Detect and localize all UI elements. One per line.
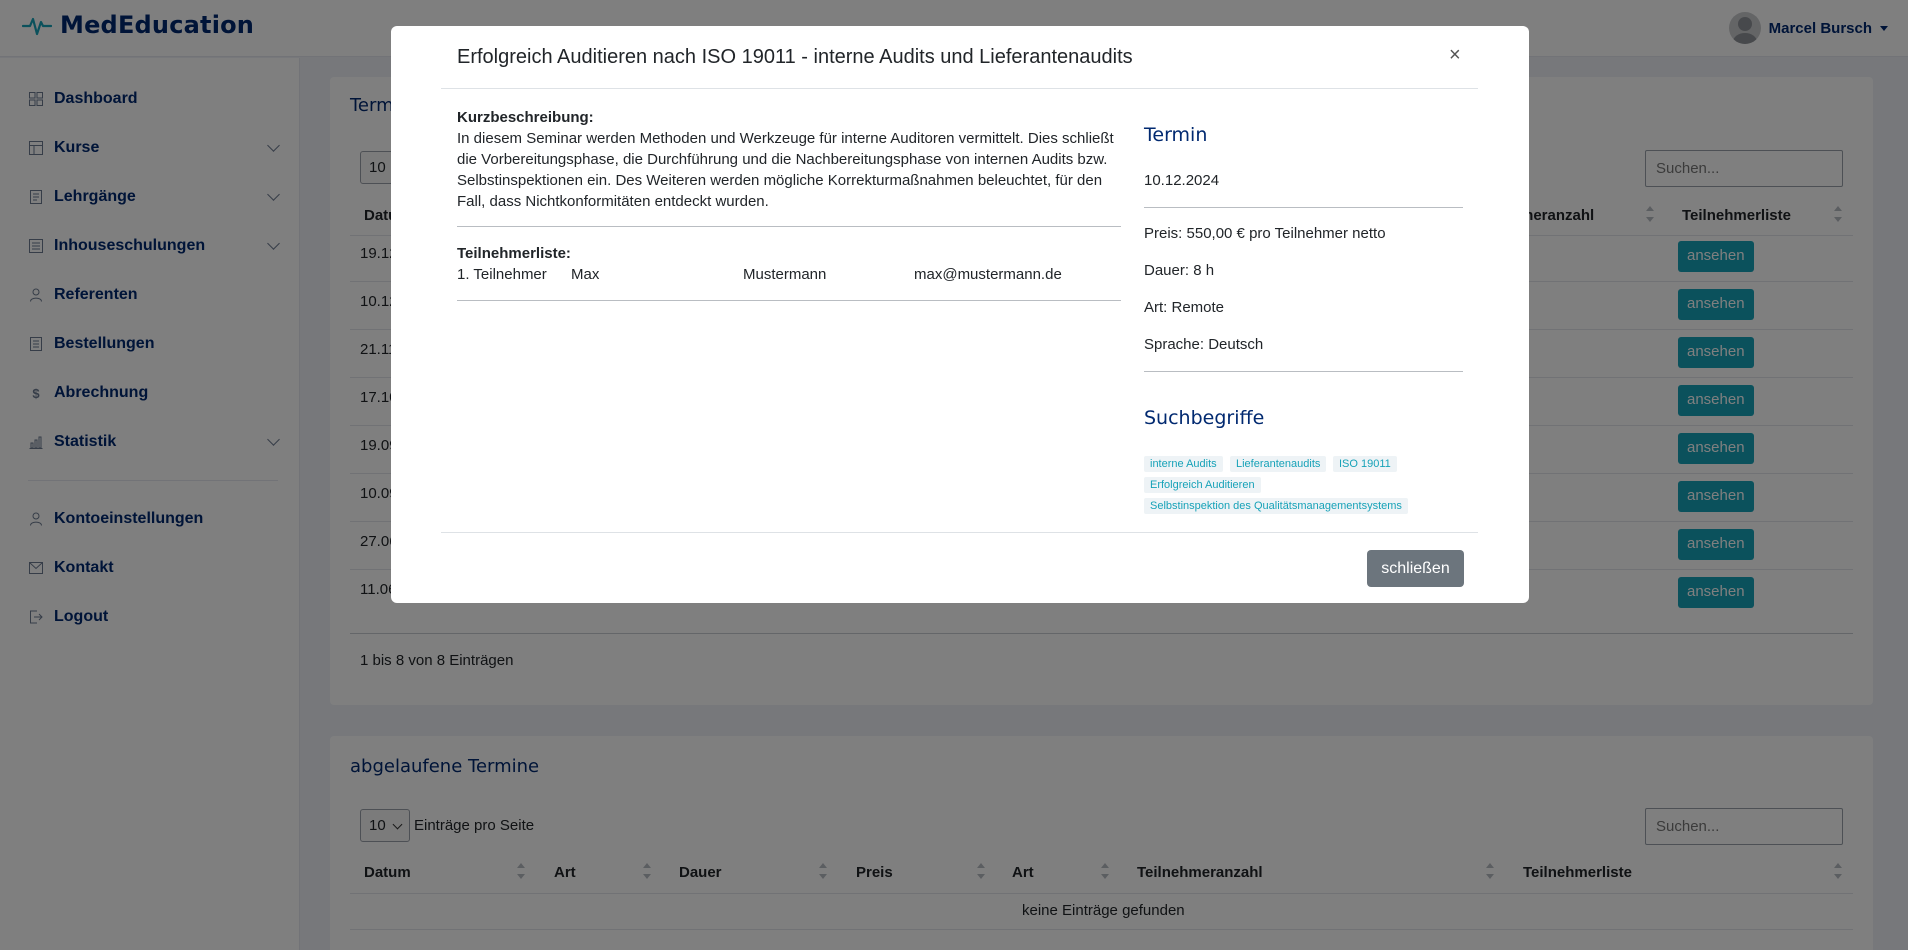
keyword-tag[interactable]: Selbstinspektion des Qualitätsmanagement… — [1144, 498, 1408, 514]
section-divider — [457, 300, 1121, 301]
termin-date: 10.12.2024 — [1144, 172, 1220, 189]
type-info: Art: Remote — [1144, 299, 1225, 316]
modal-footer-divider — [441, 532, 1478, 533]
price-info: Preis: 550,00 € pro Teilnehmer netto — [1144, 225, 1386, 242]
section-divider — [1144, 207, 1463, 208]
kurzbeschreibung-text: In diesem Seminar werden Methoden und We… — [457, 130, 1114, 210]
keyword-tag[interactable]: Lieferantenaudits — [1230, 456, 1327, 472]
kurzbeschreibung-label: Kurzbeschreibung: — [457, 109, 594, 126]
keyword-tag[interactable]: interne Audits — [1144, 456, 1223, 472]
section-divider — [1144, 371, 1463, 372]
participant-number: 1. Teilnehmer — [457, 266, 547, 283]
keyword-tag[interactable]: ISO 19011 — [1333, 456, 1397, 472]
course-detail-modal: Erfolgreich Auditieren nach ISO 19011 - … — [391, 26, 1529, 603]
language-info: Sprache: Deutsch — [1144, 336, 1264, 353]
course-description: Kurzbeschreibung: In diesem Seminar werd… — [457, 107, 1117, 212]
participant-firstname: Max — [571, 266, 600, 283]
section-divider — [457, 226, 1121, 227]
close-icon[interactable]: × — [1449, 44, 1461, 67]
termin-title: Termin — [1144, 124, 1208, 146]
modal-header-divider — [441, 88, 1478, 89]
close-button[interactable]: schließen — [1367, 550, 1464, 587]
duration-info: Dauer: 8 h — [1144, 262, 1215, 279]
suchbegriffe-title: Suchbegriffe — [1144, 407, 1265, 429]
participant-lastname: Mustermann — [743, 266, 827, 283]
keyword-tag[interactable]: Erfolgreich Auditieren — [1144, 477, 1261, 493]
participant-email: max@mustermann.de — [914, 266, 1062, 283]
teilnehmerliste-label: Teilnehmerliste: — [457, 245, 571, 262]
modal-title: Erfolgreich Auditieren nach ISO 19011 - … — [457, 46, 1133, 68]
